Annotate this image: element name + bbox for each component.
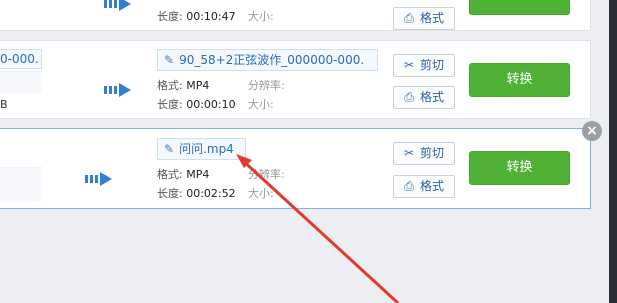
convert-button[interactable] [469, 0, 570, 15]
scissors-icon: ✂ [403, 58, 415, 72]
format-button[interactable]: ⎙ 格式 [393, 7, 455, 30]
edit-pencil-icon: ✎ [164, 53, 175, 67]
size-meta: 大小: [248, 10, 274, 23]
size-meta: 大小: [248, 187, 274, 200]
format-button[interactable]: ⎙ 格式 [393, 86, 455, 109]
source-meta [0, 167, 42, 201]
remove-row-close-icon[interactable]: × [582, 121, 602, 141]
format-button[interactable]: ⎙ 格式 [393, 175, 455, 198]
convert-arrow-icon [104, 0, 131, 11]
format-meta: 格式: MP4 [157, 168, 210, 181]
cut-button[interactable]: ✂ 剪切 [393, 142, 455, 165]
format-icon: ⎙ [404, 90, 414, 104]
size-meta: 大小: [248, 98, 274, 111]
resolution-meta: 分辨率: [248, 168, 285, 181]
output-filename[interactable]: ✎ 问问.mp4 [157, 138, 246, 160]
format-meta: 格式: MP4 [157, 79, 210, 92]
duration-meta: 长度: 00:02:52 [157, 187, 236, 200]
source-filename: 0-000. [0, 49, 42, 69]
edit-pencil-icon: ✎ [164, 142, 175, 156]
duration-meta: 长度: 00:10:47 [157, 10, 236, 23]
scissors-icon: ✂ [403, 146, 415, 160]
resolution-meta: 分辨率: [248, 79, 285, 92]
convert-arrow-icon [104, 83, 131, 97]
window-edge [609, 0, 617, 303]
source-size: B [0, 98, 8, 111]
convert-button[interactable]: 转换 [469, 151, 570, 185]
format-icon: ⎙ [404, 179, 414, 193]
file-row-selected[interactable]: ✎ 问问.mp4 格式: MP4 分辨率: 长度: 00:02:52 大小: ✂ 剪… [0, 128, 591, 209]
cut-button[interactable]: ✂ 剪切 [393, 54, 455, 77]
file-row: 0-000. B ✎ 90_58+2正弦波作_000000-000. 格式: MP… [0, 40, 591, 119]
format-icon: ⎙ [404, 11, 414, 25]
convert-arrow-icon [85, 172, 112, 186]
source-meta [0, 71, 42, 93]
duration-meta: 长度: 00:00:10 [157, 98, 236, 111]
output-filename[interactable]: ✎ 90_58+2正弦波作_000000-000. [157, 49, 378, 71]
file-row: 长度: 00:10:47 大小: ⎙ 格式 [0, 0, 591, 31]
convert-button[interactable]: 转换 [469, 63, 570, 97]
